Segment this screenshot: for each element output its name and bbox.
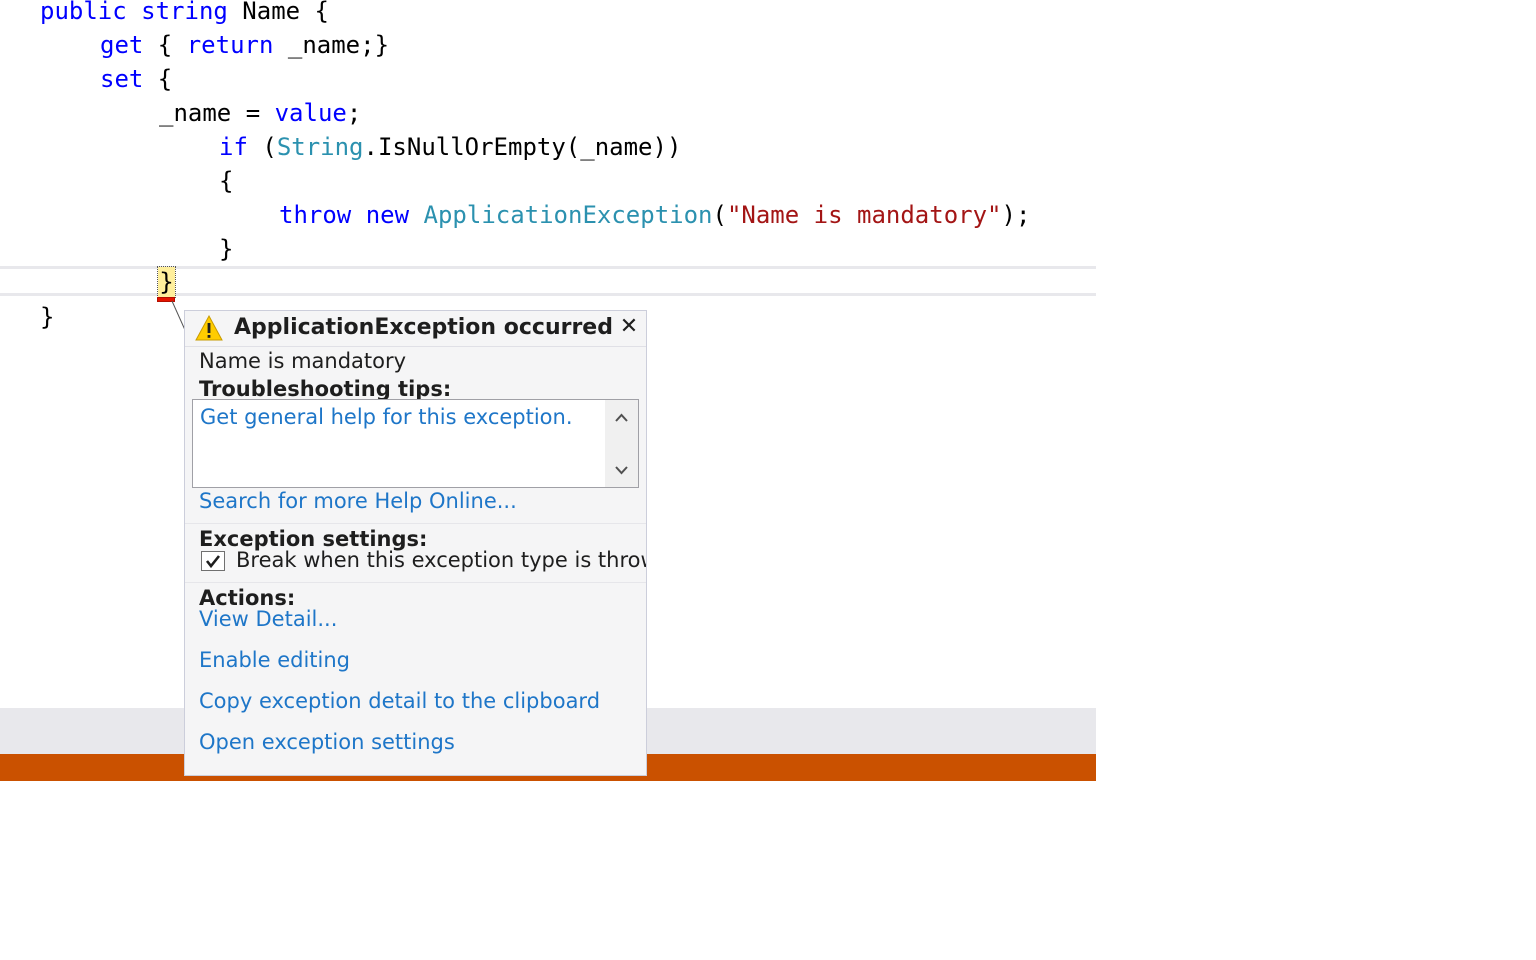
code-token: { <box>143 65 173 93</box>
warning-icon <box>195 314 223 341</box>
divider <box>185 582 646 583</box>
tips-scrollbar[interactable] <box>605 400 638 487</box>
code-line: public string Name { <box>40 0 329 28</box>
exception-helper-popup: ApplicationException occurred ✕ Name is … <box>184 310 647 776</box>
view-detail-link[interactable]: View Detail... <box>199 605 337 629</box>
troubleshooting-tips-list[interactable]: Get general help for this exception. <box>192 399 639 488</box>
chevron-down-icon[interactable] <box>605 456 638 484</box>
copy-exception-detail-link[interactable]: Copy exception detail to the clipboard <box>199 687 600 715</box>
search-help-online-link[interactable]: Search for more Help Online... <box>199 487 517 515</box>
code-line: set { <box>100 62 172 96</box>
exception-title: ApplicationException occurred <box>234 315 613 340</box>
code-token: string <box>141 0 228 25</box>
exception-message: Name is mandatory <box>199 349 407 373</box>
chevron-up-icon[interactable] <box>605 404 638 432</box>
open-exception-settings-link[interactable]: Open exception settings <box>199 728 455 756</box>
code-token: set <box>100 65 144 93</box>
code-token: } <box>219 235 234 263</box>
code-token: new <box>365 201 410 229</box>
code-token: } <box>40 303 55 331</box>
code-token: value <box>274 99 347 127</box>
code-line: _name = value; <box>159 96 361 130</box>
code-token: { <box>219 167 234 195</box>
general-help-link[interactable]: Get general help for this exception. <box>200 403 573 431</box>
code-token: Name { <box>227 0 330 25</box>
enable-editing-link[interactable]: Enable editing <box>199 646 350 674</box>
code-token: public <box>40 0 127 25</box>
code-token: get <box>100 31 144 59</box>
code-line: } <box>219 232 233 266</box>
code-line: } <box>40 300 54 334</box>
code-token: _name = <box>159 99 275 127</box>
exception-header: ApplicationException occurred ✕ <box>185 311 646 347</box>
code-token: throw <box>279 201 352 229</box>
divider <box>185 523 646 524</box>
code-token: String <box>276 133 364 161</box>
code-token: ( <box>247 133 277 161</box>
code-line: get { return _name;} <box>100 28 389 62</box>
code-line: if (String.IsNullOrEmpty(_name)) <box>219 130 681 164</box>
code-token: ; <box>346 99 362 127</box>
visual-studio-window: public string Name { get { return _name;… <box>0 0 1536 960</box>
exception-marker <box>157 297 175 302</box>
code-token: { <box>143 31 187 59</box>
code-token: _name;} <box>273 31 390 59</box>
current-statement-brace[interactable]: } <box>157 266 176 298</box>
code-line: throw new ApplicationException("Name is … <box>279 198 1030 232</box>
break-on-exception-checkbox[interactable] <box>201 551 225 571</box>
break-on-exception-label[interactable]: Break when this exception type is thrown <box>236 547 646 573</box>
checkmark-icon <box>205 555 221 569</box>
code-token: ApplicationException <box>423 201 713 229</box>
code-line: { <box>219 164 233 198</box>
code-token: .IsNullOrEmpty(_name)) <box>363 133 682 161</box>
code-token: if <box>219 133 248 161</box>
code-token: "Name is mandatory" <box>726 201 1002 229</box>
code-token: ); <box>1001 201 1031 229</box>
code-token: return <box>186 31 274 59</box>
close-icon[interactable]: ✕ <box>616 314 642 340</box>
code-token: ( <box>712 201 727 229</box>
